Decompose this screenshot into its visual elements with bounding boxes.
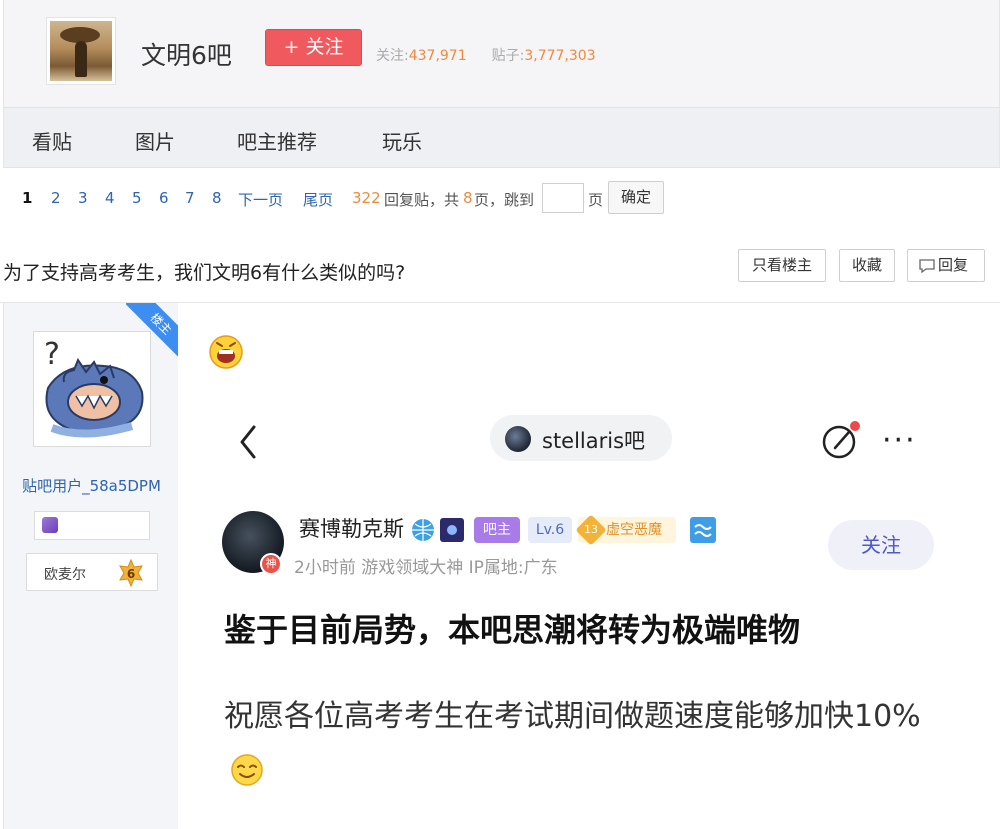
reply-button[interactable]: 回复 (907, 249, 985, 282)
reply-label: 回复 (937, 256, 968, 274)
god-badge: 神 (260, 553, 282, 575)
author-panel: 楼主 ? 贴吧用户_58a5DPM 欧麦尔 6 (3, 303, 182, 829)
follow-user-button: 关注 (828, 520, 934, 570)
rank-name: 虚空恶魔 (606, 522, 662, 538)
nav-tab-images[interactable]: 图片 (135, 126, 175, 155)
thread-title: 为了支持高考考生，我们文明6有什么类似的吗? (3, 262, 406, 284)
level-tag: Lv.6 (528, 517, 572, 543)
only-op-button[interactable]: 只看楼主 (738, 249, 826, 282)
forum-pill: stellaris吧 (490, 415, 672, 461)
svg-text:?: ? (44, 337, 60, 372)
forum-name[interactable]: 文明6吧 (141, 36, 232, 72)
rank-tag: 13 虚空恶魔 (575, 514, 676, 546)
thread-title-bar: 为了支持高考考生，我们文明6有什么类似的吗? 只看楼主 收藏 回复 (0, 228, 1000, 303)
poster-name: 赛博勒克斯 (299, 517, 404, 541)
total-pages: 8 (463, 189, 473, 207)
author-username[interactable]: 贴吧用户_58a5DPM (4, 475, 179, 496)
jump-page-input[interactable] (542, 183, 584, 213)
page-1[interactable]: 1 (22, 189, 32, 207)
forum-avatar[interactable] (46, 17, 116, 85)
gem-badge-icon (42, 517, 58, 533)
last-page-link[interactable]: 尾页 (303, 189, 333, 210)
nav-tab-fun[interactable]: 玩乐 (382, 126, 422, 155)
level-badge-icon: 6 (119, 559, 143, 587)
reply-count: 322 (352, 189, 381, 207)
stellaris-logo-icon (505, 426, 531, 452)
page-2[interactable]: 2 (51, 189, 61, 207)
page-4[interactable]: 4 (105, 189, 115, 207)
nav-tab-posts[interactable]: 看贴 (32, 126, 72, 155)
poster-avatar: 神 (222, 511, 284, 575)
post-content: stellaris吧 ··· 神 赛博勒克斯 吧主 Lv.6 13 虚空恶魔 2… (178, 303, 1000, 829)
page-5[interactable]: 5 (132, 189, 142, 207)
post-caption: 贴子: (491, 48, 525, 64)
post-body: 祝愿各位高考考生在考试期间做题速度能够加快10% (224, 688, 924, 802)
poster-decor-icons (412, 518, 464, 542)
forum-stats: 关注:437,971 贴子:3,777,303 (376, 45, 596, 65)
reply-icon (919, 259, 935, 274)
pages-text: 页，跳到 (474, 191, 535, 209)
edit-icon (822, 421, 860, 459)
forum-pill-label: stellaris吧 (542, 429, 646, 453)
follow-count: 437,971 (408, 48, 467, 64)
user-avatar[interactable]: ? (33, 331, 151, 447)
back-arrow-icon (240, 425, 256, 459)
rank-number: 13 (584, 523, 598, 536)
page-3[interactable]: 3 (78, 189, 88, 207)
follow-forum-button[interactable]: + 关注 (265, 29, 362, 66)
page-8[interactable]: 8 (212, 189, 222, 207)
post-count: 3,777,303 (524, 48, 596, 64)
collect-button[interactable]: 收藏 (839, 249, 895, 282)
next-page-link[interactable]: 下一页 (238, 189, 283, 210)
shark-avatar-icon: ? (44, 337, 144, 438)
author-badge-box (34, 511, 150, 540)
level-title: 欧麦尔 (44, 567, 86, 583)
author-level-box[interactable]: 欧麦尔 6 (26, 553, 158, 591)
embedded-screenshot: stellaris吧 ··· 神 赛博勒克斯 吧主 Lv.6 13 虚空恶魔 2… (206, 393, 986, 829)
follow-caption: 关注: (376, 48, 409, 64)
post-body-text: 祝愿各位高考考生在考试期间做题速度能够加快10% (224, 699, 921, 734)
level-number: 6 (127, 567, 135, 581)
poster-meta: 2小时前 游戏领域大神 IP属地:广东 (294, 558, 558, 578)
nav-tab-recommended[interactable]: 吧主推荐 (237, 126, 317, 155)
reply-text: 回复贴，共 (384, 191, 460, 209)
admin-tag: 吧主 (474, 517, 520, 543)
more-icon: ··· (882, 423, 917, 458)
forum-nav: 看贴 图片 吧主推荐 玩乐 (3, 107, 1000, 168)
page-6[interactable]: 6 (159, 189, 169, 207)
smile-emoji (209, 335, 243, 369)
post-title: 鉴于目前局势，本吧思潮将转为极端唯物 (224, 611, 801, 649)
wave-badge-icon (690, 517, 716, 543)
page-suffix: 页 (588, 191, 604, 209)
tip-emoji (231, 754, 263, 786)
page-7[interactable]: 7 (185, 189, 195, 207)
jump-confirm-button[interactable]: 确定 (608, 181, 664, 214)
forum-header: 文明6吧 + 关注 关注:437,971 贴子:3,777,303 (3, 0, 1000, 107)
